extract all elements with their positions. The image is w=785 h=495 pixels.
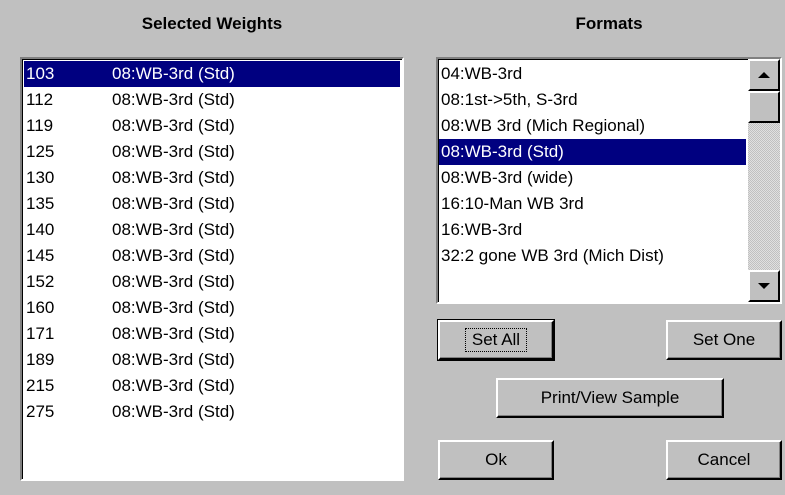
weight-row[interactable]: 103 08:WB-3rd (Std) xyxy=(24,61,400,87)
weight-row[interactable]: 215 08:WB-3rd (Std) xyxy=(24,373,400,399)
chevron-down-icon xyxy=(758,283,770,289)
weight-format: 08:WB-3rd (Std) xyxy=(112,64,235,83)
weight-row[interactable]: 112 08:WB-3rd (Std) xyxy=(24,87,400,113)
weight-value: 215 xyxy=(26,376,55,395)
weight-format: 08:WB-3rd (Std) xyxy=(112,376,235,395)
format-item[interactable]: 08:WB-3rd (wide) xyxy=(439,165,746,191)
format-item[interactable]: 16:WB-3rd xyxy=(439,217,746,243)
format-item[interactable]: 08:WB 3rd (Mich Regional) xyxy=(439,113,746,139)
weight-format: 08:WB-3rd (Std) xyxy=(112,142,235,161)
weight-value: 171 xyxy=(26,324,55,343)
formats-scrollbar[interactable] xyxy=(748,59,780,302)
weight-row[interactable]: 145 08:WB-3rd (Std) xyxy=(24,243,400,269)
set-all-button[interactable]: Set All xyxy=(437,319,555,361)
cancel-button[interactable]: Cancel xyxy=(666,440,782,480)
weight-format: 08:WB-3rd (Std) xyxy=(112,194,235,213)
weight-value: 140 xyxy=(26,220,55,239)
weight-value: 275 xyxy=(26,402,55,421)
set-one-label: Set One xyxy=(692,330,756,349)
selected-weights-list[interactable]: 103 08:WB-3rd (Std) 112 08:WB-3rd (Std) 119 0… xyxy=(20,57,404,481)
formats-heading: Formats xyxy=(575,14,643,33)
weight-row[interactable]: 119 08:WB-3rd (Std) xyxy=(24,113,400,139)
weight-row[interactable]: 130 08:WB-3rd (Std) xyxy=(24,165,400,191)
weight-row[interactable]: 140 08:WB-3rd (Std) xyxy=(24,217,400,243)
weight-row[interactable]: 171 08:WB-3rd (Std) xyxy=(24,321,400,347)
scroll-up-button[interactable] xyxy=(748,59,780,91)
format-item[interactable]: 08:1st->5th, S-3rd xyxy=(439,87,746,113)
weight-row[interactable]: 189 08:WB-3rd (Std) xyxy=(24,347,400,373)
set-all-label: Set All xyxy=(464,328,528,352)
weight-format: 08:WB-3rd (Std) xyxy=(112,168,235,187)
weight-value: 189 xyxy=(26,350,55,369)
print-view-sample-label: Print/View Sample xyxy=(540,388,680,407)
weight-value: 145 xyxy=(26,246,55,265)
weight-value: 160 xyxy=(26,298,55,317)
weight-format: 08:WB-3rd (Std) xyxy=(112,272,235,291)
weight-format: 08:WB-3rd (Std) xyxy=(112,324,235,343)
weight-format: 08:WB-3rd (Std) xyxy=(112,90,235,109)
cancel-label: Cancel xyxy=(697,450,751,469)
weight-value: 135 xyxy=(26,194,55,213)
weight-value: 130 xyxy=(26,168,55,187)
weight-row[interactable]: 160 08:WB-3rd (Std) xyxy=(24,295,400,321)
weight-value: 112 xyxy=(26,90,54,109)
formats-list[interactable]: 04:WB-3rd 08:1st->5th, S-3rd 08:WB 3rd (Mi… xyxy=(436,57,782,304)
format-item[interactable]: 04:WB-3rd xyxy=(439,61,746,87)
weight-value: 119 xyxy=(26,116,54,135)
set-one-button[interactable]: Set One xyxy=(666,320,782,360)
weight-row[interactable]: 275 08:WB-3rd (Std) xyxy=(24,399,400,425)
weight-value: 125 xyxy=(26,142,55,161)
print-view-sample-button[interactable]: Print/View Sample xyxy=(496,378,724,418)
format-item[interactable]: 32:2 gone WB 3rd (Mich Dist) xyxy=(439,243,746,269)
selected-weights-heading: Selected Weights xyxy=(141,14,283,33)
weight-format: 08:WB-3rd (Std) xyxy=(112,298,235,317)
weight-row[interactable]: 125 08:WB-3rd (Std) xyxy=(24,139,400,165)
weight-format: 08:WB-3rd (Std) xyxy=(112,116,235,135)
ok-button[interactable]: Ok xyxy=(438,440,554,480)
weight-format: 08:WB-3rd (Std) xyxy=(112,220,235,239)
format-item[interactable]: 08:WB-3rd (Std) xyxy=(439,139,746,165)
weight-format: 08:WB-3rd (Std) xyxy=(112,402,235,421)
scroll-thumb[interactable] xyxy=(748,91,780,123)
weight-format: 08:WB-3rd (Std) xyxy=(112,350,235,369)
weight-value: 152 xyxy=(26,272,55,291)
weight-format: 08:WB-3rd (Std) xyxy=(112,246,235,265)
weight-row[interactable]: 152 08:WB-3rd (Std) xyxy=(24,269,400,295)
chevron-up-icon xyxy=(758,72,770,78)
scroll-down-button[interactable] xyxy=(748,270,780,302)
ok-label: Ok xyxy=(485,450,507,469)
weight-row[interactable]: 135 08:WB-3rd (Std) xyxy=(24,191,400,217)
format-item[interactable]: 16:10-Man WB 3rd xyxy=(439,191,746,217)
weight-value: 103 xyxy=(26,64,55,83)
